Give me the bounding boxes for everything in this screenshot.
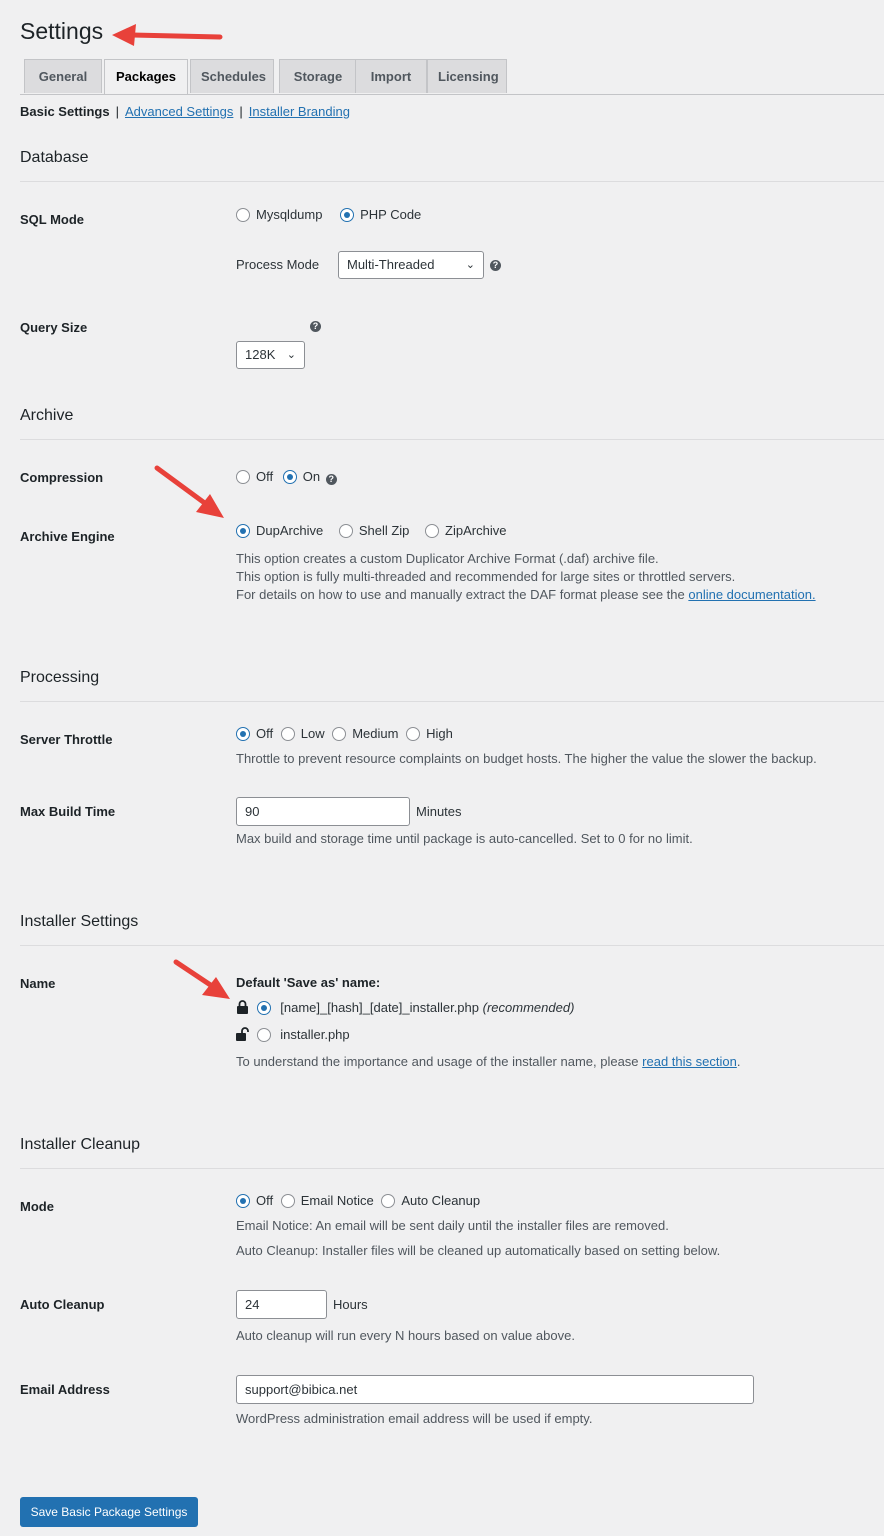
max-build-time-label: Max Build Time <box>20 804 116 819</box>
archive-engine-label: Archive Engine <box>20 529 115 544</box>
auto-cleanup-label: Auto Cleanup <box>20 1297 105 1312</box>
online-documentation-link[interactable]: online documentation. <box>688 587 815 602</box>
save-settings-button[interactable]: Save Basic Package Settings <box>20 1497 198 1527</box>
radio-icon[interactable] <box>236 470 250 484</box>
lock-icon <box>237 1000 248 1014</box>
divider <box>20 701 884 702</box>
email-address-description: WordPress administration email address w… <box>236 1411 593 1426</box>
tab-import[interactable]: Import <box>355 59 427 93</box>
section-installer-settings-title: Installer Settings <box>20 913 139 930</box>
auto-cleanup-unit: Hours <box>333 1297 368 1312</box>
archive-engine-radio-group: DupArchive Shell Zip ZipArchive <box>236 523 516 538</box>
cleanup-email-notice-description: Email Notice: An email will be sent dail… <box>236 1218 669 1233</box>
cleanup-mode-label: Mode <box>20 1199 54 1214</box>
installer-name-option-plain[interactable]: installer.php <box>236 1027 350 1042</box>
subnav-installer-branding[interactable]: Installer Branding <box>249 104 350 119</box>
radio-icon[interactable] <box>256 1028 271 1042</box>
max-build-time-unit: Minutes <box>416 804 462 819</box>
radio-icon[interactable] <box>425 524 440 538</box>
section-archive-title: Archive <box>20 407 74 424</box>
radio-icon[interactable] <box>338 524 353 538</box>
installer-name-option-hashed[interactable]: [name]_[hash]_[date]_installer.php (reco… <box>236 1000 574 1015</box>
tab-storage[interactable]: Storage <box>279 59 357 93</box>
sql-mode-php-code[interactable]: PHP Code <box>340 207 421 222</box>
radio-icon[interactable] <box>236 208 250 222</box>
sql-mode-radio-group: Mysqldump PHP Code <box>236 207 431 222</box>
unlock-icon <box>236 1027 249 1041</box>
max-build-time-input[interactable]: 90 <box>236 797 410 826</box>
sql-mode-mysqldump[interactable]: Mysqldump <box>236 207 322 222</box>
section-processing-title: Processing <box>20 669 100 686</box>
help-icon[interactable]: ? <box>310 321 321 332</box>
cleanup-mode-radio-group: Off Email Notice Auto Cleanup <box>236 1193 490 1208</box>
process-mode-select[interactable]: Multi-Threaded ⌄ <box>338 251 484 279</box>
email-address-input[interactable]: support@bibica.net <box>236 1375 754 1404</box>
radio-icon[interactable] <box>381 1194 396 1208</box>
help-icon[interactable]: ? <box>490 260 501 271</box>
tab-bar: General Packages Schedules Storage Impor… <box>20 59 884 95</box>
cleanup-auto-description: Auto Cleanup: Installer files will be cl… <box>236 1243 721 1258</box>
engine-duparchive[interactable]: DupArchive <box>236 523 323 538</box>
subnav-advanced-settings[interactable]: Advanced Settings <box>125 104 233 119</box>
cleanup-mode-email-notice[interactable]: Email Notice <box>280 1193 374 1208</box>
section-database-title: Database <box>20 149 89 166</box>
divider <box>20 1168 884 1169</box>
installer-name-label: Name <box>20 976 56 991</box>
compression-off[interactable]: Off <box>236 469 273 484</box>
server-throttle-radio-group: Off Low Medium High <box>236 726 463 741</box>
annotation-arrow-icon <box>173 959 230 999</box>
chevron-down-icon: ⌄ <box>286 349 296 361</box>
query-size-select[interactable]: 128K ⌄ <box>236 341 305 369</box>
radio-selected-icon[interactable] <box>256 1001 271 1015</box>
engine-shell-zip[interactable]: Shell Zip <box>338 523 409 538</box>
cleanup-mode-off[interactable]: Off <box>236 1193 273 1208</box>
throttle-high[interactable]: High <box>406 726 453 741</box>
compression-on[interactable]: On <box>282 469 320 484</box>
radio-icon[interactable] <box>280 1194 295 1208</box>
throttle-off[interactable]: Off <box>236 726 273 741</box>
page-title: Settings <box>20 18 104 44</box>
engine-ziparchive[interactable]: ZipArchive <box>425 523 506 538</box>
process-mode-label: Process Mode <box>236 257 320 272</box>
tab-general[interactable]: General <box>24 59 102 93</box>
auto-cleanup-description: Auto cleanup will run every N hours base… <box>236 1328 575 1343</box>
subnav: Basic Settings | Advanced Settings | Install… <box>20 104 350 119</box>
radio-selected-icon[interactable] <box>282 470 297 484</box>
divider <box>20 439 884 440</box>
compression-radio-group: Off On ? <box>236 469 337 485</box>
radio-selected-icon[interactable] <box>236 524 250 538</box>
max-build-time-description: Max build and storage time until package… <box>236 831 693 846</box>
divider <box>20 181 884 182</box>
radio-selected-icon[interactable] <box>340 208 355 222</box>
section-installer-cleanup-title: Installer Cleanup <box>20 1136 141 1153</box>
tab-packages[interactable]: Packages <box>104 59 188 94</box>
default-save-as-heading: Default 'Save as' name: <box>236 975 381 990</box>
annotation-arrow-icon <box>112 24 223 46</box>
installer-name-description: To understand the importance and usage o… <box>236 1054 741 1069</box>
read-this-section-link[interactable]: read this section <box>642 1054 737 1069</box>
throttle-medium[interactable]: Medium <box>332 726 398 741</box>
throttle-low[interactable]: Low <box>280 726 325 741</box>
cleanup-mode-auto-cleanup[interactable]: Auto Cleanup <box>381 1193 480 1208</box>
tab-schedules[interactable]: Schedules <box>190 59 274 93</box>
chevron-down-icon: ⌄ <box>465 259 475 271</box>
radio-selected-icon[interactable] <box>236 1194 250 1208</box>
compression-label: Compression <box>20 470 104 485</box>
server-throttle-label: Server Throttle <box>20 732 113 747</box>
subnav-basic-settings: Basic Settings <box>20 104 110 119</box>
radio-icon[interactable] <box>406 727 421 741</box>
tab-licensing[interactable]: Licensing <box>427 59 507 93</box>
auto-cleanup-hours-input[interactable]: 24 <box>236 1290 327 1319</box>
query-size-label: Query Size <box>20 320 88 335</box>
radio-icon[interactable] <box>280 727 295 741</box>
radio-selected-icon[interactable] <box>236 727 250 741</box>
email-address-label: Email Address <box>20 1382 110 1397</box>
annotation-arrow-icon <box>154 465 224 518</box>
server-throttle-description: Throttle to prevent resource complaints … <box>236 751 817 766</box>
sql-mode-label: SQL Mode <box>20 212 85 227</box>
divider <box>20 945 884 946</box>
radio-icon[interactable] <box>332 727 347 741</box>
help-icon[interactable]: ? <box>325 474 337 485</box>
archive-engine-description: This option creates a custom Duplicator … <box>236 551 816 602</box>
